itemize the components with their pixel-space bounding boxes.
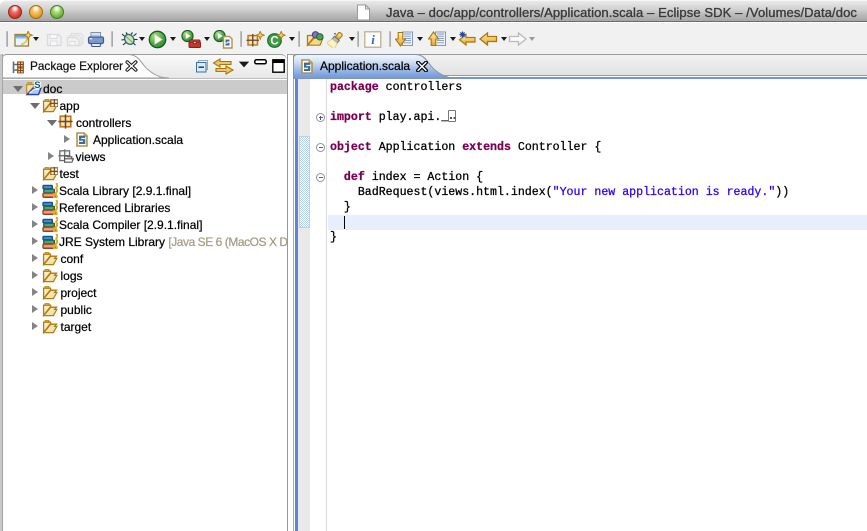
svg-text:i: i <box>371 32 375 47</box>
svg-text:C: C <box>270 36 278 48</box>
